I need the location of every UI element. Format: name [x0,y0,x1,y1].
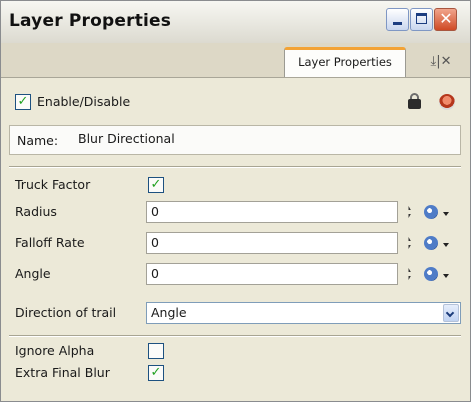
extra-final-blur-checkbox[interactable]: ✓ [148,365,164,381]
extra-final-blur-label: Extra Final Blur [15,365,110,380]
ignore-alpha-label: Ignore Alpha [15,343,95,358]
properties-panel: ✓ Enable/Disable Name: Blur Directional … [9,85,461,395]
angle-label: Angle [15,266,51,281]
window-title: Layer Properties [9,11,172,31]
layer-color-icon[interactable] [439,94,455,110]
direction-of-trail-select[interactable]: Angle [146,302,461,324]
angle-field[interactable]: 0 [146,263,398,285]
direction-of-trail-value: Angle [151,305,187,320]
angle-dropdown-icon[interactable] [443,274,449,278]
enable-label: Enable/Disable [37,94,131,109]
lock-icon[interactable] [408,93,421,109]
falloff-link-icon[interactable] [424,236,438,250]
layer-properties-window: Layer Properties ✕ Layer Properties ⤓|✕ … [0,0,471,402]
title-bar[interactable]: Layer Properties ✕ [1,1,470,44]
radius-dropdown-icon[interactable] [443,212,449,216]
chevron-down-icon[interactable] [443,304,459,322]
radius-link-icon[interactable] [424,205,438,219]
ignore-alpha-checkbox[interactable] [148,343,164,359]
maximize-icon [416,13,427,24]
tab-strip: Layer Properties ⤓|✕ [1,43,470,78]
tab-layer-properties[interactable]: Layer Properties [284,47,406,77]
close-button[interactable]: ✕ [434,8,457,31]
radius-spin-icon[interactable] [406,206,411,218]
separator-1 [9,166,461,168]
tab-menu-close-icon[interactable]: ⤓|✕ [415,52,467,72]
name-field[interactable]: Blur Directional [74,129,244,151]
enable-checkbox[interactable]: ✓ [15,94,31,110]
angle-spin-icon[interactable] [406,268,411,280]
falloff-dropdown-icon[interactable] [443,243,449,247]
direction-of-trail-label: Direction of trail [15,305,117,320]
truck-factor-checkbox[interactable]: ✓ [148,177,164,193]
falloff-rate-field[interactable]: 0 [146,232,398,254]
radius-field[interactable]: 0 [146,201,398,223]
falloff-spin-icon[interactable] [406,237,411,249]
name-row: Name: Blur Directional [9,125,461,155]
name-label: Name: [17,133,59,148]
minimize-button[interactable] [386,8,409,31]
radius-label: Radius [15,204,57,219]
falloff-rate-label: Falloff Rate [15,235,85,250]
angle-link-icon[interactable] [424,267,438,281]
minimize-icon [393,22,402,25]
separator-2 [9,335,461,337]
maximize-button[interactable] [410,8,433,31]
close-icon: ✕ [439,9,453,28]
truck-factor-label: Truck Factor [15,177,91,192]
